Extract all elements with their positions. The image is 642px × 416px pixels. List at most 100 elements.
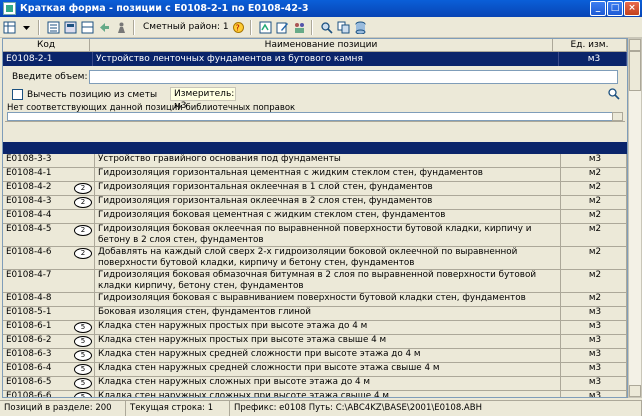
dropdown-icon[interactable] [19, 20, 34, 35]
row-name: Кладка стен наружных простых при высоте … [95, 335, 561, 348]
corrections-badge[interactable]: 5 [74, 322, 92, 333]
database-icon[interactable] [353, 20, 368, 35]
row-code: E0108-6-1 [6, 321, 52, 331]
edit-icon[interactable] [275, 20, 290, 35]
row-unit: м2 [561, 196, 627, 209]
row-code: E0108-4-3 [6, 196, 52, 206]
person-icon[interactable] [114, 20, 129, 35]
table-row[interactable]: E0108-5-1 Боковая изоляция стен, фундамен… [3, 307, 627, 321]
table-row[interactable]: E0108-4-7 Гидроизоляция боковая обмазочна… [3, 270, 627, 293]
corrections-badge[interactable]: 5 [74, 392, 92, 397]
row-name: Кладка стен наружных средней сложности п… [95, 363, 561, 376]
volume-input[interactable] [89, 70, 618, 84]
detail-panel: Введите объем: Вычесть позицию из сметы … [3, 66, 627, 142]
back-arrow-icon[interactable] [97, 20, 112, 35]
header-name[interactable]: Наименование позиции [90, 39, 553, 51]
status-current: Текущая строка: 1 [126, 401, 230, 416]
table-row[interactable]: E0108-6-4 5 Кладка стен наружных средней с… [3, 363, 627, 377]
row-code-cell: E0108-3-3 [3, 154, 95, 167]
subtract-checkbox[interactable]: Вычесть позицию из сметы [12, 89, 157, 100]
table-row[interactable]: E0108-4-1 Гидроизоляция горизонтальная це… [3, 168, 627, 182]
region-label: Сметный район: 1 [143, 22, 229, 32]
row-name: Боковая изоляция стен, фундаментов глино… [95, 307, 561, 320]
header-unit[interactable]: Ед. изм. [553, 39, 627, 51]
maximize-button[interactable]: □ [607, 1, 623, 16]
row-code-cell: E0108-6-1 5 [3, 321, 95, 334]
corrections-badge[interactable]: 2 [74, 183, 92, 194]
row-name: Гидроизоляция боковая цементная с жидким… [95, 210, 561, 223]
scroll-up-button[interactable] [629, 39, 641, 51]
panel-divider [5, 121, 625, 132]
vertical-scrollbar[interactable] [628, 38, 642, 398]
row-code-cell: E0108-4-3 2 [3, 196, 95, 209]
table-row[interactable]: E0108-4-8 Гидроизоляция боковая с выравни… [3, 293, 627, 307]
table-row[interactable]: E0108-6-2 5 Кладка стен наружных простых п… [3, 335, 627, 349]
table-row[interactable]: E0108-4-2 2 Гидроизоляция горизонтальная о… [3, 182, 627, 196]
row-name: Устройство гравийного основания под фунд… [95, 154, 561, 167]
corrections-list[interactable] [7, 112, 616, 121]
row-name: Кладка стен наружных средней сложности п… [95, 349, 561, 362]
row-name: Гидроизоляция боковая обмазочная битумна… [95, 270, 561, 292]
row-code-cell: E0108-5-1 [3, 307, 95, 320]
table-icon[interactable] [80, 20, 95, 35]
row-code-cell: E0108-4-8 [3, 293, 95, 306]
corrections-scroll-up[interactable] [612, 112, 623, 121]
row-name: Гидроизоляция горизонтальная цементная с… [95, 168, 561, 181]
corrections-badge[interactable]: 5 [74, 336, 92, 347]
row-name: Кладка стен наружных сложных при высоте … [95, 391, 561, 397]
region-select-icon[interactable]: ? [231, 20, 246, 35]
svg-text:?: ? [235, 23, 239, 32]
row-unit: м2 [561, 224, 627, 246]
people-icon[interactable] [292, 20, 307, 35]
table-row[interactable]: E0108-4-5 2 Гидроизоляция боковая оклеечна… [3, 224, 627, 247]
checkbox-box[interactable] [12, 89, 23, 100]
status-prefix: Префикс: e0108 Путь: C:\ABC4KZ\BASE\2001… [230, 401, 642, 416]
row-name: Кладка стен наружных простых при высоте … [95, 321, 561, 334]
selected-code: E0108-2-1 [3, 52, 93, 66]
selected-unit: м3 [559, 52, 627, 66]
table-row[interactable]: E0108-6-6 5 Кладка стен наружных сложных п… [3, 391, 627, 398]
formula-icon[interactable] [258, 20, 273, 35]
corrections-badge[interactable]: 2 [74, 225, 92, 236]
window-title: Краткая форма - позиции с E0108-2-1 по E… [20, 3, 309, 14]
copy-icon[interactable] [336, 20, 351, 35]
scroll-down-button[interactable] [629, 385, 641, 397]
status-bar: Позиций в разделе: 200 Текущая строка: 1… [0, 400, 642, 416]
corrections-badge[interactable]: 5 [74, 378, 92, 389]
app-icon [3, 2, 16, 15]
list-view-icon[interactable] [46, 20, 61, 35]
find-icon[interactable] [607, 87, 620, 100]
corrections-badge[interactable]: 5 [74, 364, 92, 375]
row-code: E0108-6-6 [6, 391, 52, 398]
corrections-badge[interactable]: 5 [74, 350, 92, 361]
corrections-badge[interactable]: 2 [74, 248, 92, 259]
corrections-badge[interactable]: 2 [74, 197, 92, 208]
table-row[interactable]: E0108-6-3 5 Кладка стен наружных средней с… [3, 349, 627, 363]
row-code: E0108-6-4 [6, 363, 52, 373]
row-name: Гидроизоляция горизонтальная оклеечная в… [95, 182, 561, 195]
measure-label: Измеритель: м3 [170, 87, 236, 111]
grid-view-icon[interactable] [2, 20, 17, 35]
table-row[interactable]: E0108-3-3 Устройство гравийного основания… [3, 154, 627, 168]
table-row[interactable]: E0108-4-3 2 Гидроизоляция горизонтальная о… [3, 196, 627, 210]
row-unit: м2 [561, 182, 627, 195]
row-code: E0108-6-3 [6, 349, 52, 359]
scroll-thumb[interactable] [629, 51, 641, 91]
selected-name: Устройство ленточных фундаментов из буто… [93, 52, 559, 66]
detail-view-icon[interactable] [63, 20, 78, 35]
minimize-button[interactable]: _ [590, 1, 606, 16]
table-row[interactable]: E0108-6-5 5 Кладка стен наружных сложных п… [3, 377, 627, 391]
close-button[interactable]: × [624, 1, 640, 16]
row-code-cell: E0108-4-6 2 [3, 247, 95, 269]
subtract-label: Вычесть позицию из сметы [27, 89, 158, 100]
selected-row[interactable]: E0108-2-1 Устройство ленточных фундамент… [3, 52, 627, 66]
table-row[interactable]: E0108-4-6 2 Добавлять на каждый слой сверх… [3, 247, 627, 270]
header-code[interactable]: Код [3, 39, 90, 51]
search-icon[interactable] [319, 20, 334, 35]
table-row[interactable]: E0108-4-4 Гидроизоляция боковая цементная… [3, 210, 627, 224]
row-unit: м3 [561, 335, 627, 348]
row-code: E0108-4-4 [6, 210, 52, 220]
table-row[interactable]: E0108-6-1 5 Кладка стен наружных простых п… [3, 321, 627, 335]
section-separator [3, 142, 627, 154]
row-code-cell: E0108-6-5 5 [3, 377, 95, 390]
